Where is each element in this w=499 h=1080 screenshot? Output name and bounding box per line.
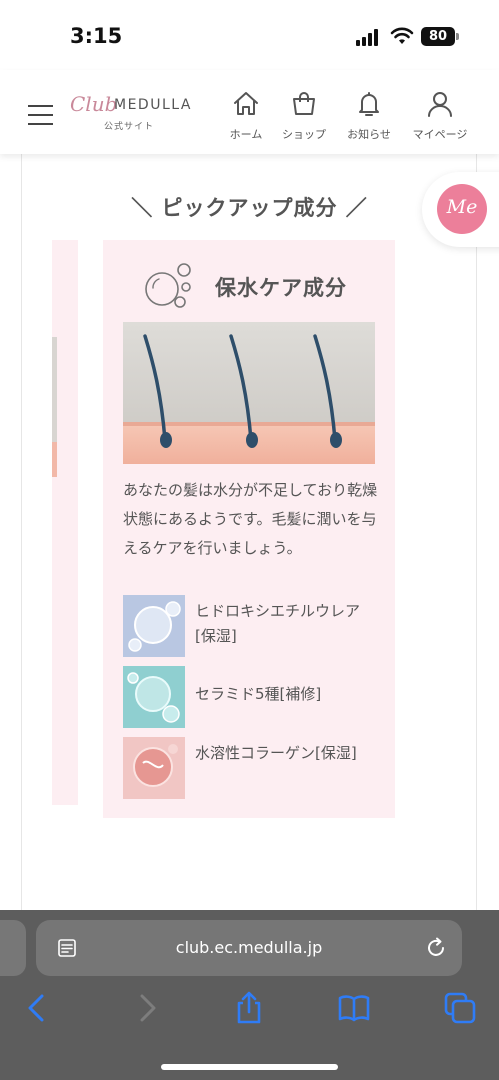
nav-mypage[interactable]: マイページ (405, 90, 475, 145)
carousel-prev-card-image (52, 337, 57, 477)
bell-icon (359, 92, 379, 116)
ingredient-thumbnail (123, 595, 185, 657)
home-icon (234, 92, 258, 115)
ingredient-thumbnail (123, 666, 185, 728)
ingredient-thumbnail (123, 737, 185, 799)
wifi-icon (390, 27, 414, 44)
home-indicator (161, 1064, 338, 1070)
nav-shop[interactable]: ショップ (269, 90, 339, 145)
logo-subtitle: 公式サイト (104, 122, 155, 132)
carousel-prev-card[interactable] (52, 240, 78, 805)
site-header: Club MEDULLA 公式サイト ホーム ショップ お知らせ マイページ (0, 70, 499, 154)
share-icon[interactable] (231, 990, 267, 1026)
previous-tab[interactable] (0, 920, 26, 976)
shop-bag-icon (293, 92, 315, 115)
menu-icon[interactable] (28, 105, 53, 125)
address-bar[interactable]: club.ec.medulla.jp (36, 920, 462, 976)
logo-main: MEDULLA (114, 97, 192, 113)
ingredient-label: 水溶性コラーゲン[保湿] (195, 744, 357, 762)
url-text: club.ec.medulla.jp (175, 938, 323, 957)
signal-icon (356, 28, 382, 46)
me-icon: Me (437, 184, 487, 234)
ingredient-item[interactable]: ヒドロキシエチルウレア[保湿] (123, 595, 383, 657)
ingredient-item[interactable]: セラミド5種[補修] (123, 666, 383, 728)
card-description: あなたの髪は水分が不足しており乾燥状態にあるようです。毛髪に潤いを与えるケアを行… (123, 481, 378, 557)
water-bubbles-icon (145, 263, 191, 308)
nav-news[interactable]: お知らせ (334, 90, 404, 145)
ingredient-item[interactable]: 水溶性コラーゲン[保湿] (123, 737, 383, 799)
site-logo[interactable]: Club MEDULLA 公式サイト (70, 92, 195, 132)
forward-icon[interactable] (128, 990, 164, 1026)
status-bar: 3:15 80 (0, 0, 499, 70)
card-title: 保水ケア成分 (215, 276, 347, 300)
battery-tip (456, 33, 459, 40)
reload-icon[interactable] (424, 936, 448, 960)
nav-mypage-label: マイページ (412, 128, 468, 141)
logo-script: Club (70, 92, 118, 116)
mypage-fab[interactable]: Me (422, 172, 499, 247)
battery-icon: 80 (421, 27, 455, 46)
bookmarks-icon[interactable] (336, 990, 372, 1026)
ingredient-label: ヒドロキシエチルウレア[保湿] (195, 602, 361, 645)
nav-news-label: お知らせ (347, 128, 391, 141)
user-icon (428, 92, 452, 117)
browser-toolbar: club.ec.medulla.jp (0, 910, 499, 1080)
nav-shop-label: ショップ (282, 128, 326, 141)
ingredient-label: セラミド5種[補修] (195, 685, 322, 703)
ingredient-card[interactable]: 保水ケア成分 あなたの髪は水分が不足しており乾燥状態にあるようです。毛髪に潤いを… (103, 240, 395, 818)
hair-follicle-illustration (123, 322, 375, 464)
status-time: 3:15 (70, 24, 123, 48)
back-icon[interactable] (20, 990, 56, 1026)
tabs-icon[interactable] (442, 990, 478, 1026)
